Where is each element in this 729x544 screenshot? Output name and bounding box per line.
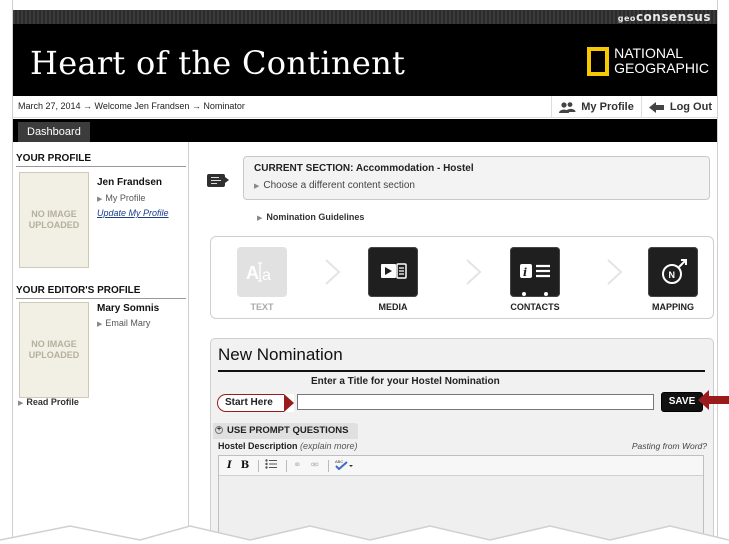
spellcheck-icon: ABC [335,459,353,470]
log-out-button[interactable]: Log Out [640,96,717,118]
breadcrumb: March 27, 2014 → Welcome Jen Frandsen → … [18,101,245,111]
heading-underline [218,370,705,372]
user-actions: My Profile Log Out [551,96,717,118]
section-icon [207,174,229,187]
profile-name: Jen Frandsen [97,177,163,188]
my-profile-link[interactable]: ▶ My Profile [97,193,145,203]
link-button[interactable]: ⚭ [293,460,301,471]
sidebar-divider [16,166,186,167]
arrow-left-icon [648,101,664,113]
email-editor-link[interactable]: ▶ Email Mary [97,318,150,328]
title-hint: Enter a Title for your Hostel Nomination [311,376,500,387]
main-content: CURRENT SECTION: Accommodation - Hostel … [191,142,717,544]
chevron-right-icon [325,259,341,285]
step-mapping[interactable]: N MAPPING [633,247,713,312]
sidebar: YOUR PROFILE NO IMAGE UPLOADED Jen Frand… [13,142,189,544]
nomination-guidelines-link[interactable]: ▶ Nomination Guidelines [257,212,364,222]
natgeo-logo: NATIONAL GEOGRAPHIC [587,46,709,76]
update-profile-link[interactable]: Update My Profile [97,208,169,218]
step-contacts-label: CONTACTS [510,302,560,312]
editor-toolbar: I B ⚭ ⚮ ABC [219,456,703,476]
step-media-label: MEDIA [378,302,408,312]
natgeo-line1: NATIONAL [614,45,684,61]
users-icon [559,101,576,113]
breadcrumb-bar: March 27, 2014 → Welcome Jen Frandsen → … [13,96,717,118]
read-profile-link[interactable]: ▶ Read Profile [18,397,79,407]
torn-edge-decoration [0,525,729,544]
current-section-box: CURRENT SECTION: Accommodation - Hostel … [243,156,710,200]
site-header: Heart of the Continent NATIONAL GEOGRAPH… [13,24,717,96]
editor-name: Mary Somnis [97,303,160,314]
your-profile-heading: YOUR PROFILE [16,153,92,164]
my-profile-button[interactable]: My Profile [551,96,641,118]
svg-text:i: i [523,266,527,279]
svg-text:ABC: ABC [335,459,343,464]
log-out-label: Log Out [669,101,712,113]
natgeo-line2: GEOGRAPHIC [614,60,709,76]
contacts-icon: i [510,247,560,297]
text-edit-icon: A a [237,247,287,297]
natgeo-yellow-frame-icon [587,46,610,76]
bulleted-list-button[interactable] [265,459,278,472]
triangle-right-icon: ▶ [97,321,103,328]
step-contacts[interactable]: i CONTACTS [495,247,575,312]
triangle-right-icon: ▶ [18,400,24,407]
my-profile-label: My Profile [581,101,634,113]
step-text[interactable]: A a TEXT [222,247,302,312]
plus-circle-icon: + [215,426,223,435]
start-here-badge: Start Here [217,394,294,412]
new-nomination-heading: New Nomination [218,345,343,364]
arrow-left-icon [698,390,729,410]
svg-text:A: A [246,263,259,283]
tab-dashboard[interactable]: Dashboard [18,122,90,142]
svg-text:a: a [262,267,271,284]
toolbar-separator [258,459,260,472]
unlink-button[interactable]: ⚮ [311,460,319,471]
triangle-right-icon: ▶ [257,215,263,222]
profile-avatar: NO IMAGE UPLOADED [19,172,89,268]
new-nomination-panel: New Nomination Enter a Title for your Ho… [210,338,714,544]
chevron-right-icon [607,259,623,285]
triangle-right-icon: ▶ [254,183,260,190]
sidebar-divider [16,298,186,299]
step-media[interactable]: MEDIA [353,247,433,312]
tab-bar: Dashboard [13,119,717,142]
editor-profile-heading: YOUR EDITOR'S PROFILE [16,285,141,296]
bold-button[interactable]: B [241,460,249,471]
top-strip: geoconsensus [13,10,717,24]
triangle-right-icon: ▶ [97,196,103,203]
pasting-from-word-link[interactable]: Pasting from Word? [632,441,707,451]
description-label: Hostel Description (explain more) [218,441,358,451]
save-button[interactable]: SAVE [661,392,703,412]
toolbar-separator [286,459,288,472]
toolbar-separator [327,459,329,472]
use-prompt-questions-toggle[interactable]: + USE PROMPT QUESTIONS [213,423,359,439]
compass-icon: N [648,247,698,297]
media-icon [368,247,418,297]
site-title: Heart of the Continent [30,44,406,82]
nomination-steps: A a TEXT MEDIA i CONTACTS N MAPPING [210,236,714,319]
chevron-right-icon [466,259,482,285]
spellcheck-button[interactable]: ABC [335,459,353,473]
editor-avatar: NO IMAGE UPLOADED [19,302,89,398]
step-text-label: TEXT [250,302,274,312]
svg-text:N: N [669,270,676,280]
list-icon [265,459,278,469]
change-section-link[interactable]: ▶ Choose a different content section [254,180,415,191]
current-section-title: CURRENT SECTION: Accommodation - Hostel [254,163,474,174]
italic-button[interactable]: I [227,460,232,471]
app-frame: geoconsensus Heart of the Continent NATI… [12,0,718,544]
step-mapping-label: MAPPING [651,302,694,312]
nomination-title-input[interactable] [297,394,654,410]
